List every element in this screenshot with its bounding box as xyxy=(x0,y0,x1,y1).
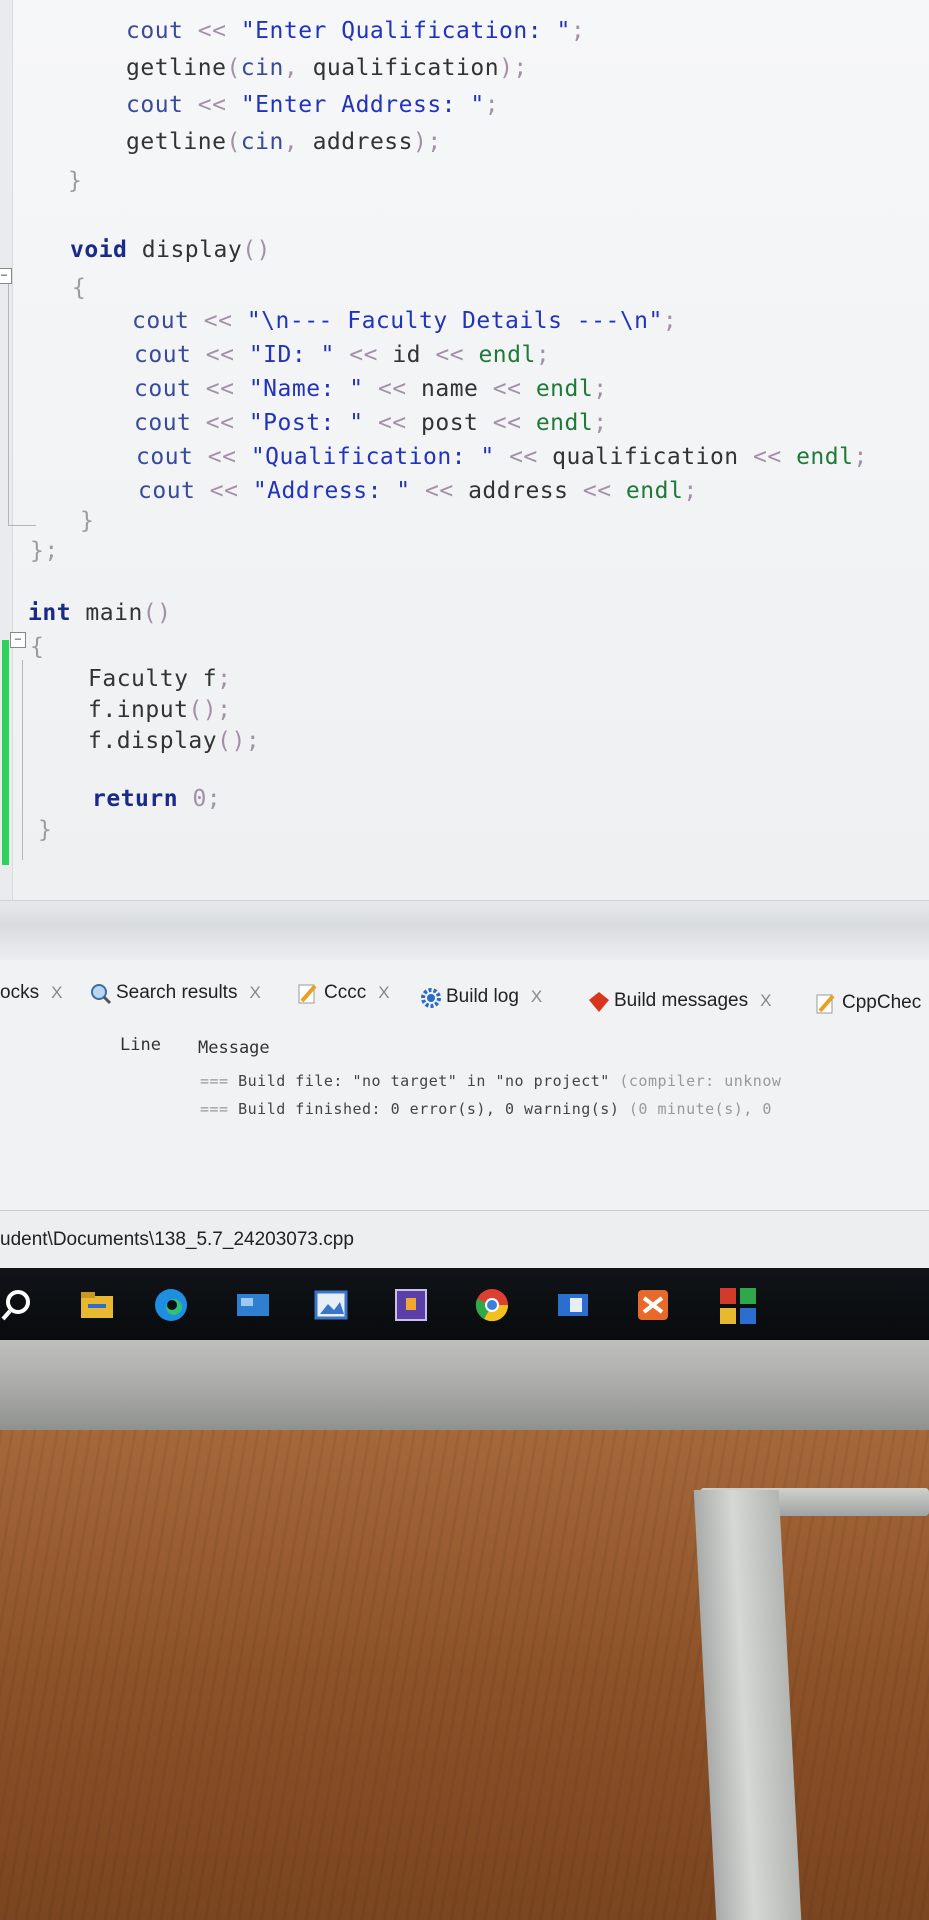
orange-app-icon[interactable] xyxy=(634,1286,672,1324)
tab-label: Cccc xyxy=(324,982,367,1003)
fold-toggle[interactable]: − xyxy=(10,632,26,648)
code-line: } xyxy=(80,508,95,534)
tab-label: ocks xyxy=(0,982,40,1003)
code-line: } xyxy=(68,168,83,194)
close-icon[interactable]: X xyxy=(51,983,62,1003)
log-muted: (0 minute(s), 0 xyxy=(628,1100,772,1118)
code-line: cout << "ID: " << id << endl; xyxy=(134,342,551,368)
codeblocks-icon[interactable] xyxy=(718,1286,756,1324)
monitor-screen: − − cout << "Enter Qualification: "; get… xyxy=(0,0,929,1340)
pencil-icon xyxy=(298,983,318,1004)
close-icon[interactable]: X xyxy=(249,983,260,1003)
code-line: { xyxy=(72,275,87,301)
tab-build-messages[interactable]: Build messages X xyxy=(588,986,771,1016)
chrome-icon[interactable] xyxy=(473,1286,511,1324)
code-line: { xyxy=(30,634,45,660)
code-line: cout << "Post: " << post << endl; xyxy=(134,410,608,436)
photo-app-icon[interactable] xyxy=(312,1286,350,1324)
panel-splitter[interactable] xyxy=(0,900,929,962)
code-line: cout << "\n--- Faculty Details ---\n"; xyxy=(132,308,678,334)
code-line: cout << "Qualification: " << qualificati… xyxy=(136,444,868,470)
tab-search-results[interactable]: Search results X xyxy=(90,978,261,1008)
blue-square-icon[interactable] xyxy=(554,1286,592,1324)
tab-label: Search results xyxy=(116,982,238,1003)
log-message-row[interactable]: === Build file: "no target" in "no proje… xyxy=(200,1072,781,1090)
magnifier-icon xyxy=(90,983,112,1005)
log-prefix: === xyxy=(200,1072,229,1090)
logs-panel: ocks X Search results X Cccc X Build log… xyxy=(0,960,929,1210)
windows-taskbar xyxy=(0,1268,929,1340)
code-editor[interactable]: − − cout << "Enter Qualification: "; get… xyxy=(0,0,929,900)
code-line: getline(cin, address); xyxy=(126,129,442,155)
fold-guide xyxy=(22,660,23,860)
tab-cppcheck[interactable]: CppChec xyxy=(816,988,921,1018)
code-line: cout << "Enter Qualification: "; xyxy=(126,18,586,44)
close-icon[interactable]: X xyxy=(378,983,389,1003)
edge-icon[interactable] xyxy=(152,1286,190,1324)
fold-guide xyxy=(8,525,36,526)
fold-toggle[interactable]: − xyxy=(0,268,12,284)
code-line: int main() xyxy=(28,600,172,626)
tab-label: Build log xyxy=(446,986,519,1007)
file-path: udent\Documents\138_5.7_24203073.cpp xyxy=(0,1229,354,1250)
tab-cccc[interactable]: Cccc X xyxy=(298,978,390,1008)
purple-app-icon[interactable] xyxy=(392,1286,430,1324)
code-line: cout << "Enter Address: "; xyxy=(126,92,500,118)
column-header-line[interactable]: Line xyxy=(120,1035,161,1055)
code-line: getline(cin, qualification); xyxy=(126,55,528,81)
log-message-row[interactable]: === Build finished: 0 error(s), 0 warnin… xyxy=(200,1100,772,1118)
log-prefix: === xyxy=(200,1100,229,1118)
gear-icon xyxy=(420,987,441,1008)
tab-code-blocks[interactable]: ocks X xyxy=(0,978,62,1008)
log-text: Build finished: 0 error(s), 0 warning(s) xyxy=(228,1100,629,1118)
tab-label: CppChec xyxy=(842,992,922,1013)
log-text: Build file: "no target" in "no project" xyxy=(228,1072,620,1090)
fold-guide xyxy=(8,280,9,525)
code-line: f.input(); xyxy=(88,697,232,723)
change-marker-bar xyxy=(2,640,9,865)
pencil-icon xyxy=(816,993,836,1014)
code-line: Faculty f; xyxy=(88,666,232,692)
search-circle-icon[interactable] xyxy=(0,1286,38,1324)
app-blue-icon[interactable] xyxy=(234,1286,272,1324)
code-line: void display() xyxy=(70,237,271,263)
log-muted: (compiler: unknow xyxy=(619,1072,782,1090)
monitor-bezel xyxy=(0,1340,929,1430)
column-header-message[interactable]: Message xyxy=(198,1038,270,1058)
code-line: return 0; xyxy=(92,786,222,812)
tab-label: Build messages xyxy=(614,990,749,1011)
code-line: cout << "Address: " << address << endl; xyxy=(138,478,698,504)
code-line: } xyxy=(38,817,53,843)
code-line: f.display(); xyxy=(88,728,261,754)
close-icon[interactable]: X xyxy=(531,987,542,1007)
close-icon[interactable]: X xyxy=(760,991,771,1011)
code-line: cout << "Name: " << name << endl; xyxy=(134,376,608,402)
status-bar: udent\Documents\138_5.7_24203073.cpp xyxy=(0,1210,929,1271)
file-explorer-icon[interactable] xyxy=(78,1286,116,1324)
code-line: }; xyxy=(30,538,59,564)
red-diamond-icon xyxy=(588,991,609,1012)
tab-build-log[interactable]: Build log X xyxy=(420,982,542,1012)
